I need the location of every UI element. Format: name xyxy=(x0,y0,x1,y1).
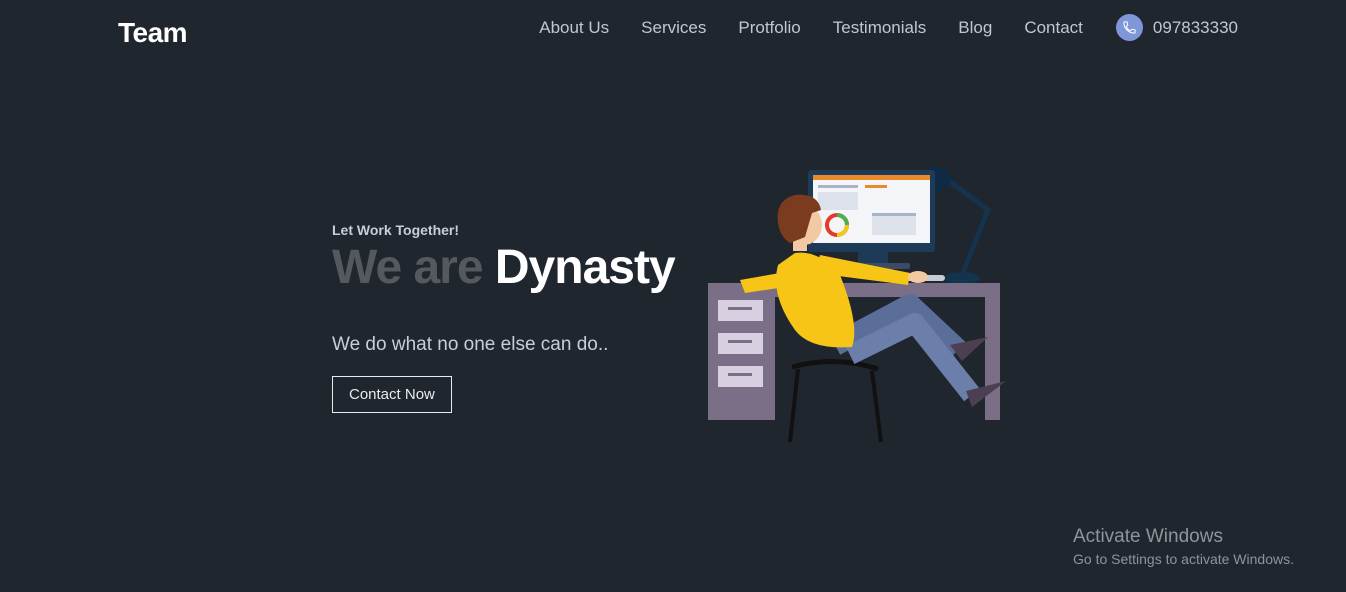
hero-tagline: Let Work Together! xyxy=(332,222,460,238)
logo[interactable]: Team xyxy=(118,17,188,49)
nav-portfolio[interactable]: Protfolio xyxy=(738,17,800,39)
phone-contact[interactable]: 097833330 xyxy=(1115,14,1238,41)
hero-subline: We do what no one else can do.. xyxy=(332,334,609,355)
nav-testimonials[interactable]: Testimonials xyxy=(833,17,927,39)
contact-now-button[interactable]: Contact Now xyxy=(332,376,452,413)
phone-icon xyxy=(1115,14,1143,41)
hero-section: Let Work Together! We are Dynasty We do … xyxy=(332,222,676,413)
person-at-desk-illustration xyxy=(708,167,1006,443)
hero-illustration xyxy=(700,155,1020,450)
windows-activation-watermark: Activate Windows Go to Settings to activ… xyxy=(1073,526,1294,567)
nav-about-us[interactable]: About Us xyxy=(539,17,609,39)
watermark-title: Activate Windows xyxy=(1073,526,1223,547)
nav-blog[interactable]: Blog xyxy=(958,17,992,39)
headline-brand-name: Dynasty xyxy=(494,241,676,294)
headline-muted-part: We are xyxy=(332,241,484,294)
main-nav: About Us Services Protfolio Testimonials… xyxy=(539,14,1238,41)
hero-headline: We are Dynasty xyxy=(332,240,676,296)
watermark-subtitle: Go to Settings to activate Windows. xyxy=(1073,551,1294,567)
phone-number[interactable]: 097833330 xyxy=(1153,18,1238,38)
nav-services[interactable]: Services xyxy=(641,17,706,39)
nav-contact[interactable]: Contact xyxy=(1024,17,1083,39)
